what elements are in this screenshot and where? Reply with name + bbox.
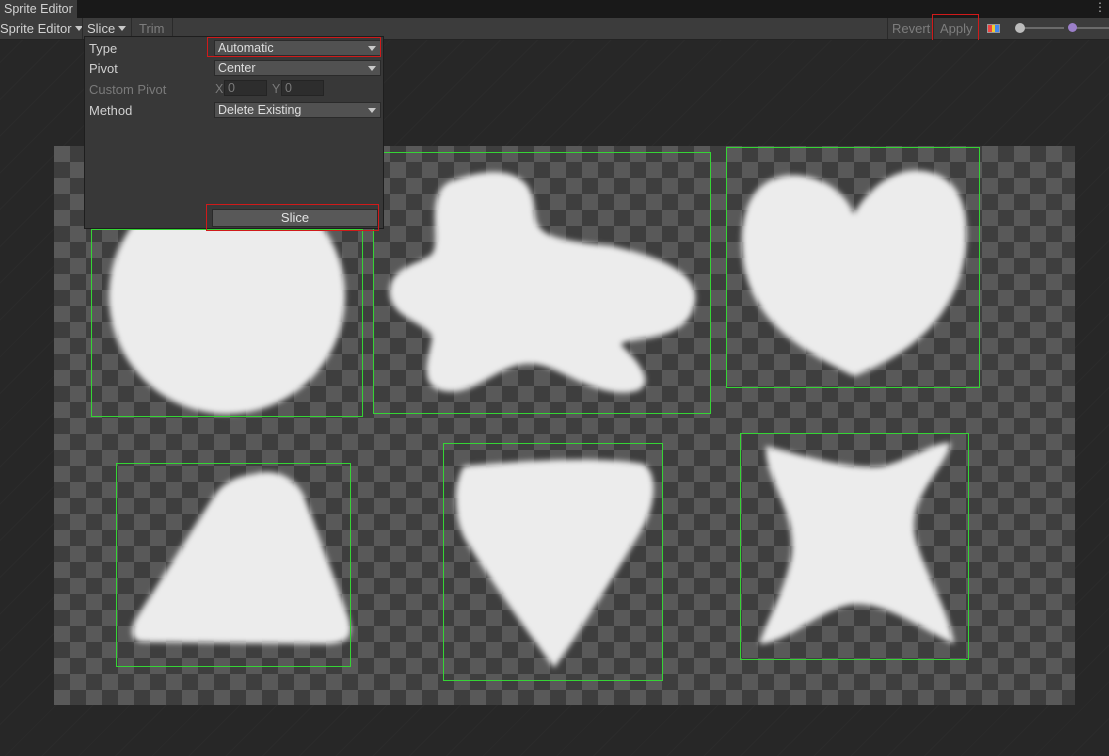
chevron-down-icon (118, 26, 127, 32)
chevron-down-icon (368, 66, 376, 71)
type-label: Type (89, 41, 118, 56)
chevron-down-icon (368, 108, 376, 113)
slice-button-highlight (206, 204, 379, 231)
pivot-dropdown-value: Center (218, 61, 256, 75)
revert-button[interactable]: Revert (892, 18, 930, 39)
slice-popup: Type Automatic Pivot Center Custom Pivot… (84, 36, 384, 229)
mip-slider[interactable] (1076, 27, 1109, 29)
mip-slider-thumb[interactable] (1068, 23, 1077, 32)
sprite-rect-triangle[interactable] (116, 463, 351, 667)
method-label: Method (89, 103, 133, 118)
sprite-rect-circle[interactable] (91, 229, 363, 417)
sprite-rect-heart[interactable] (726, 147, 980, 388)
sprite-rect-star[interactable] (740, 433, 969, 660)
menu-kebab-icon[interactable]: ⋮ (1094, 1, 1106, 13)
window-tab[interactable]: Sprite Editor (0, 0, 77, 18)
mode-dropdown[interactable]: Sprite Editor (0, 18, 83, 39)
custom-pivot-y-label: Y (272, 82, 281, 96)
separator (82, 18, 83, 39)
slice-menu-label: Slice (87, 21, 116, 36)
apply-highlight (932, 14, 979, 42)
method-dropdown[interactable]: Delete Existing (214, 102, 381, 118)
custom-pivot-label: Custom Pivot (89, 82, 167, 97)
pivot-label: Pivot (89, 61, 118, 76)
sprite-rect-shield[interactable] (443, 443, 663, 681)
custom-pivot-x-label: X (215, 82, 224, 96)
sprite-rect-flower[interactable] (373, 152, 711, 414)
custom-pivot-y-field[interactable]: 0 (281, 80, 324, 96)
separator (887, 18, 888, 39)
type-highlight (207, 37, 381, 57)
zoom-slider-thumb[interactable] (1015, 23, 1025, 33)
pivot-dropdown[interactable]: Center (214, 60, 381, 76)
method-dropdown-value: Delete Existing (218, 103, 302, 117)
rgb-channel-icon[interactable] (987, 24, 1000, 33)
custom-pivot-x-field[interactable]: 0 (224, 80, 267, 96)
mode-dropdown-label: Sprite Editor (0, 21, 72, 36)
